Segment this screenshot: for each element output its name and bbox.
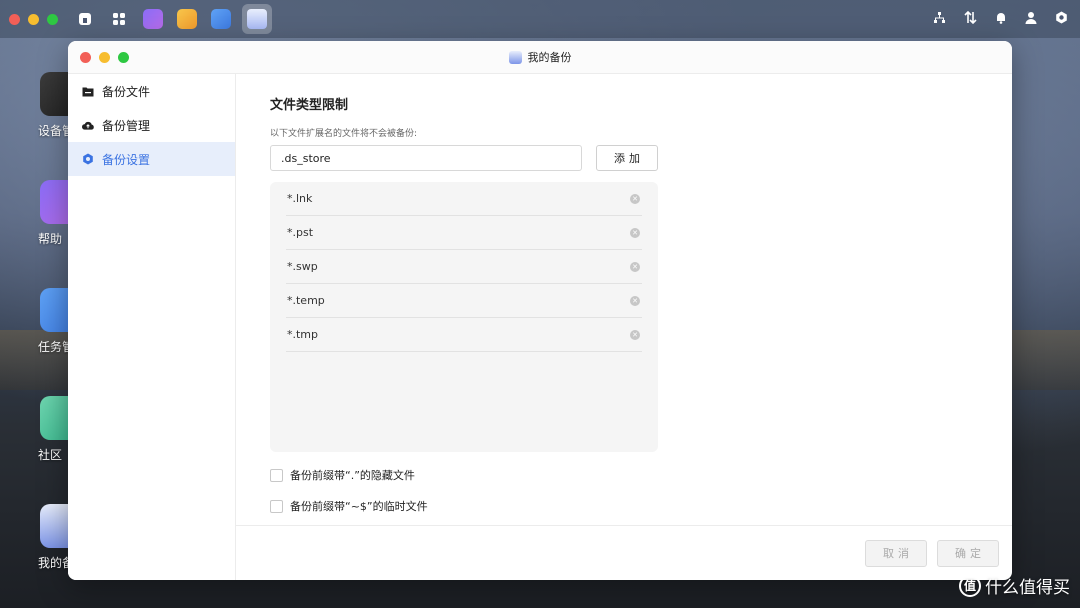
close-dot[interactable] [9, 13, 20, 25]
backup-app-icon[interactable] [242, 4, 272, 34]
remove-icon[interactable]: ✕ [630, 193, 640, 204]
hidden-files-checkbox[interactable] [270, 468, 283, 482]
sidebar-item-label: 备份文件 [102, 84, 151, 99]
remove-icon[interactable]: ✕ [630, 329, 640, 340]
extension-label: *.swp [287, 260, 318, 273]
user-icon[interactable] [1025, 11, 1037, 28]
section-description: 以下文件扩展名的文件将不会被备份: [270, 129, 418, 139]
add-button[interactable]: 添加 [596, 145, 658, 171]
temp-files-checkbox[interactable] [270, 499, 283, 513]
sidebar-item-backup-files[interactable]: 备份文件 [68, 74, 235, 108]
remove-icon[interactable]: ✕ [630, 227, 640, 238]
remove-icon[interactable]: ✕ [630, 295, 640, 306]
extension-label: *.temp [287, 294, 325, 307]
help-app-icon[interactable] [140, 6, 166, 32]
system-top-bar [0, 0, 1080, 38]
window-traffic-lights [80, 52, 129, 63]
list-item: *.temp ✕ [286, 284, 642, 318]
window-minimize-button[interactable] [99, 52, 110, 63]
sidebar-item-backup-settings[interactable]: 备份设置 [68, 142, 235, 176]
list-item: *.tmp ✕ [286, 318, 642, 352]
watermark: 值 什么值得买 [959, 573, 1070, 598]
extension-label: *.pst [287, 226, 314, 239]
extension-label: *.lnk [287, 192, 313, 205]
window-title-text: 我的备份 [527, 51, 572, 64]
status-icons [933, 0, 1068, 38]
hidden-files-option[interactable]: 备份前缀带“.”的隐藏文件 [270, 464, 1012, 486]
excluded-extensions-list: *.lnk ✕ *.pst ✕ *.swp ✕ *.temp ✕ *.tmp ✕ [270, 182, 658, 452]
section-title: 文件类型限制 [270, 98, 349, 113]
bell-icon[interactable] [995, 11, 1007, 28]
system-traffic-lights [9, 13, 58, 25]
settings-content: 文件类型限制 以下文件扩展名的文件将不会被备份: 添加 *.lnk ✕ *.ps… [236, 74, 1012, 525]
extension-input-row: 添加 [270, 145, 1012, 171]
watermark-text: 什么值得买 [985, 578, 1070, 598]
transfer-icon[interactable] [964, 10, 977, 28]
minimize-dot[interactable] [28, 13, 39, 25]
cancel-button[interactable]: 取消 [865, 539, 927, 567]
list-item: *.pst ✕ [286, 216, 642, 250]
window-footer: 取消 确定 [236, 525, 1012, 580]
sidebar-item-backup-management[interactable]: 备份管理 [68, 108, 235, 142]
maximize-dot[interactable] [47, 13, 58, 25]
remove-icon[interactable]: ✕ [630, 261, 640, 272]
list-item: *.lnk ✕ [286, 182, 642, 216]
hidden-files-label: 备份前缀带“.”的隐藏文件 [290, 469, 415, 482]
sidebar-item-label: 备份管理 [102, 118, 151, 133]
window-titlebar[interactable]: 我的备份 [68, 41, 1012, 74]
taskbar-apps [72, 4, 272, 34]
home-icon[interactable] [72, 6, 98, 32]
settings-gear-icon[interactable] [1055, 11, 1068, 28]
sidebar: 备份文件 备份管理 备份设置 [68, 74, 236, 580]
folder-icon [82, 85, 94, 97]
window-maximize-button[interactable] [118, 52, 129, 63]
network-icon[interactable] [933, 11, 946, 28]
window-title: 我的备份 [508, 49, 572, 65]
app-grid-icon[interactable] [106, 6, 132, 32]
backup-window: 我的备份 备份文件 备份管理 备份设置 文件类型限制 以下文件扩展名的文件将不会… [68, 41, 1012, 580]
hexagon-settings-icon [82, 153, 94, 165]
sidebar-item-label: 备份设置 [102, 152, 151, 167]
extension-input[interactable] [270, 145, 582, 171]
sync-app-icon[interactable] [174, 6, 200, 32]
list-item: *.swp ✕ [286, 250, 642, 284]
cloud-upload-icon [82, 119, 94, 131]
extension-label: *.tmp [287, 328, 319, 341]
backup-app-icon [508, 50, 522, 64]
confirm-button[interactable]: 确定 [937, 539, 999, 567]
watermark-logo-icon: 值 [959, 574, 981, 597]
window-close-button[interactable] [80, 52, 91, 63]
temp-files-option[interactable]: 备份前缀带“~$”的临时文件 [270, 495, 1012, 517]
monitor-app-icon[interactable] [208, 6, 234, 32]
temp-files-label: 备份前缀带“~$”的临时文件 [290, 500, 428, 513]
